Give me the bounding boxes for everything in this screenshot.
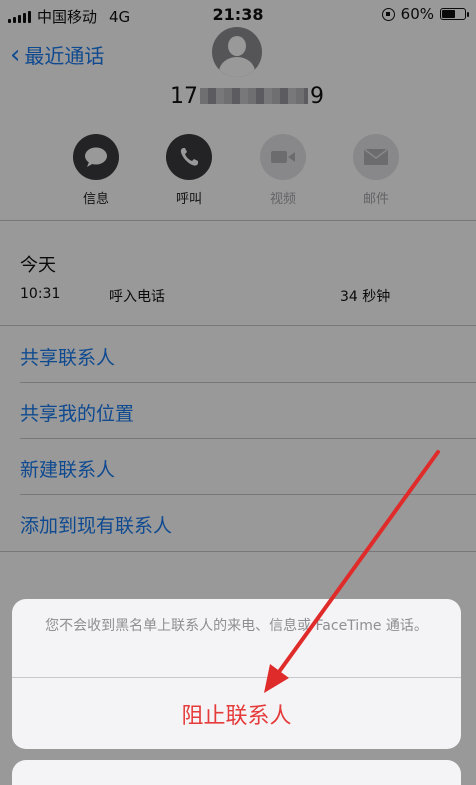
contact-detail-screen: 中国移动 4G 21:38 60% ‹ 最近通话 17 9 信息 呼叫 视频 邮… <box>0 0 476 785</box>
sheet-message: 您不会收到黑名单上联系人的来电、信息或 FaceTime 通话。 <box>45 618 428 634</box>
block-action-sheet: 您不会收到黑名单上联系人的来电、信息或 FaceTime 通话。 阻止联系人 <box>12 599 461 749</box>
cancel-button[interactable] <box>12 760 461 785</box>
block-contact-button[interactable]: 阻止联系人 <box>12 678 461 749</box>
